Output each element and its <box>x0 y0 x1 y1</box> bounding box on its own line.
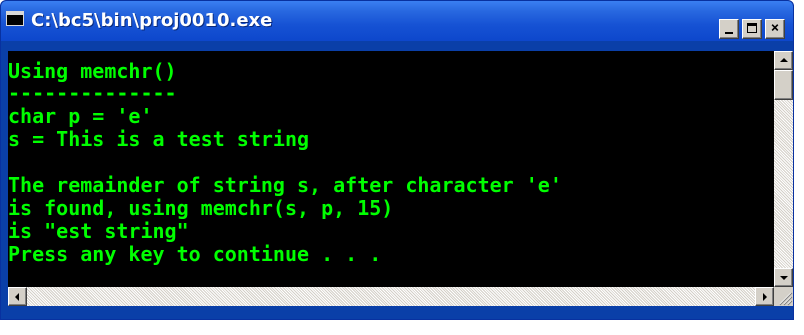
console-line: is found, using memchr(s, p, 15) <box>8 196 394 220</box>
vertical-scrollbar[interactable] <box>774 51 793 287</box>
console-app-icon[interactable] <box>6 11 24 26</box>
arrow-down-icon <box>780 276 788 280</box>
console-output[interactable]: Using memchr() -------------- char p = '… <box>8 51 774 287</box>
scroll-down-button[interactable] <box>774 268 793 287</box>
arrow-left-icon <box>15 293 19 301</box>
minimize-button[interactable] <box>719 19 739 39</box>
console-line: The remainder of string s, after charact… <box>8 173 562 197</box>
maximize-button[interactable] <box>742 19 762 39</box>
minimize-icon <box>725 32 733 34</box>
maximize-icon <box>747 23 757 33</box>
scroll-right-button[interactable] <box>755 287 774 306</box>
vertical-scroll-thumb[interactable] <box>774 70 793 100</box>
arrow-right-icon <box>763 293 767 301</box>
console-window: C:\bc5\bin\proj0010.exe × Using memchr()… <box>0 0 794 320</box>
resize-grip-icon[interactable] <box>774 287 793 306</box>
console-line: s = This is a test string <box>8 127 310 151</box>
scroll-left-button[interactable] <box>8 287 27 306</box>
scroll-up-button[interactable] <box>774 51 793 70</box>
title-bar[interactable]: C:\bc5\bin\proj0010.exe × <box>1 1 793 41</box>
close-icon: × <box>770 20 780 36</box>
close-button[interactable]: × <box>765 19 785 39</box>
window-title: C:\bc5\bin\proj0010.exe <box>31 10 273 31</box>
arrow-up-icon <box>780 58 788 62</box>
console-line: char p = 'e' <box>8 104 153 128</box>
console-line: is "est string" <box>8 219 189 243</box>
window-bottom-frame <box>1 306 793 319</box>
console-line: Using memchr() <box>8 59 177 83</box>
horizontal-scrollbar[interactable] <box>8 287 774 306</box>
console-line: Press any key to continue . . . <box>8 242 382 266</box>
console-line: -------------- <box>8 81 177 105</box>
